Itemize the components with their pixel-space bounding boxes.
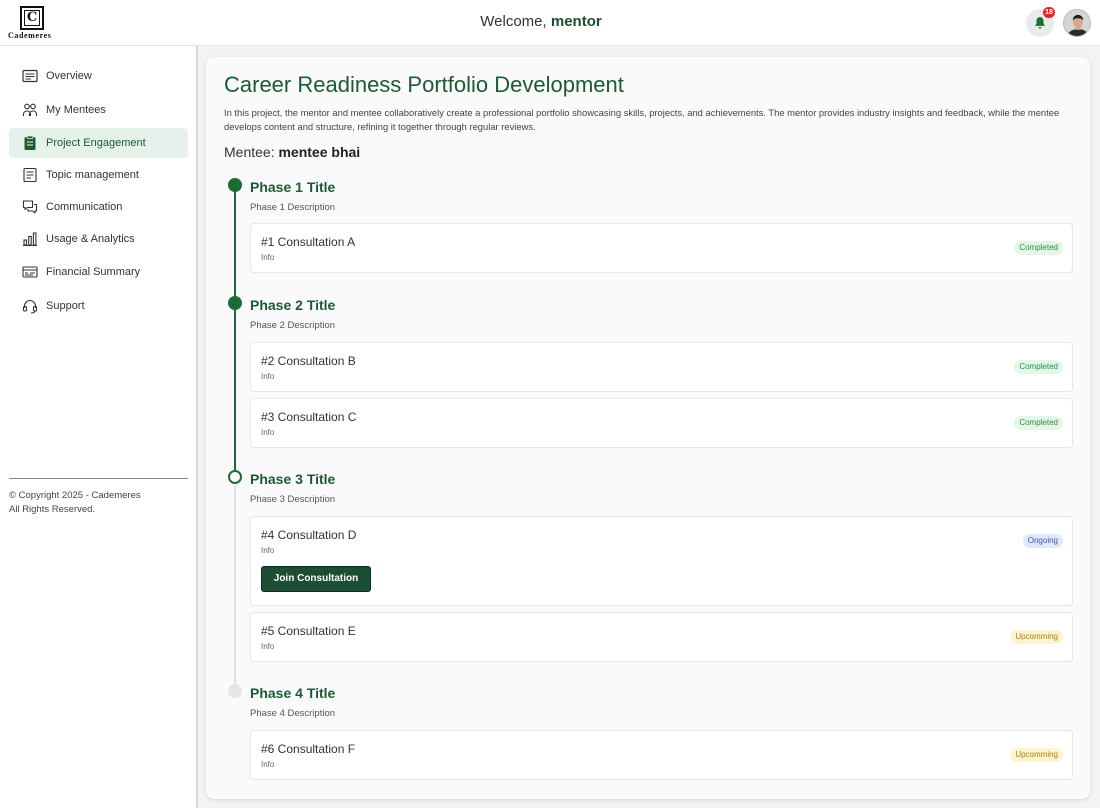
phase-1-marker (228, 178, 242, 192)
overview-icon (22, 68, 38, 84)
welcome-message: Welcome, mentor (0, 13, 1082, 30)
topic-icon (22, 167, 38, 183)
sidebar-item-my-mentees[interactable]: My Mentees (9, 95, 188, 125)
consultation-name: #6 Consultation F (261, 742, 356, 756)
consultation-card[interactable]: #3 Consultation C Info Completed (250, 398, 1073, 448)
phase-3-marker (228, 470, 242, 484)
status-badge: Upcomming (1010, 630, 1063, 644)
mentee-label: Mentee: (224, 144, 275, 160)
main-content: Career Readiness Portfolio Development I… (198, 46, 1100, 808)
timeline-line-pending (234, 485, 236, 691)
project-title: Career Readiness Portfolio Development (224, 72, 624, 97)
phase-title: Phase 1 Title (250, 179, 336, 195)
sidebar-item-usage-analytics[interactable]: Usage & Analytics (9, 224, 188, 254)
sidebar-divider (9, 478, 188, 479)
phase-description: Phase 4 Description (250, 708, 336, 719)
phase-title: Phase 3 Title (250, 471, 336, 487)
consultation-name: #2 Consultation B (261, 354, 356, 368)
status-badge: Ongoing (1022, 534, 1063, 548)
consultation-card[interactable]: #1 Consultation A Info Completed (250, 223, 1073, 273)
consultation-card[interactable]: #6 Consultation F Info Upcomming (250, 730, 1073, 780)
phase-title: Phase 4 Title (250, 685, 336, 701)
rights-line: All Rights Reserved. (9, 504, 96, 515)
timeline-line-completed (234, 185, 236, 477)
headset-icon (22, 298, 38, 314)
status-badge: Upcomming (1010, 748, 1063, 762)
copyright-text: © Copyright 2025 - Cademeres All Rights … (9, 489, 141, 517)
project-icon (22, 135, 38, 151)
copyright-line: © Copyright 2025 - Cademeres (9, 490, 141, 501)
bell-icon (1035, 17, 1045, 29)
consultation-info: Info (261, 253, 275, 262)
welcome-prefix: Welcome, (480, 13, 547, 30)
project-card: Career Readiness Portfolio Development I… (206, 57, 1090, 799)
consultation-card[interactable]: #4 Consultation D Info Ongoing Join Cons… (250, 516, 1073, 606)
sidebar-item-support[interactable]: Support (9, 291, 188, 321)
sidebar-item-financial-summary[interactable]: Financial Summary (9, 257, 188, 287)
status-badge: Completed (1014, 416, 1063, 430)
sidebar-item-label: Support (46, 300, 85, 312)
project-description: In this project, the mentor and mentee c… (224, 107, 1060, 132)
logo-text: Cademeres (8, 31, 52, 40)
phase-title: Phase 2 Title (250, 297, 336, 313)
phase-description: Phase 3 Description (250, 494, 336, 505)
sidebar-item-label: Project Engagement (46, 137, 146, 149)
sidebar-item-label: Financial Summary (46, 266, 141, 278)
top-header: C Cademeres Welcome, mentor 18 (0, 0, 1100, 46)
sidebar-item-overview[interactable]: Overview (9, 61, 188, 91)
consultation-name: #5 Consultation E (261, 624, 356, 638)
mentee-name: mentee bhai (278, 144, 361, 160)
consultation-info: Info (261, 642, 275, 651)
phase-4-marker (228, 684, 242, 698)
phase-2-marker (228, 296, 242, 310)
avatar-image (1064, 10, 1090, 36)
mentee-line: Mentee: mentee bhai (224, 144, 360, 160)
consultation-info: Info (261, 760, 275, 769)
consultation-name: #1 Consultation A (261, 235, 356, 249)
consultation-name: #3 Consultation C (261, 410, 357, 424)
phase-description: Phase 2 Description (250, 320, 336, 331)
consultation-info: Info (261, 372, 275, 381)
sidebar-item-project-engagement[interactable]: Project Engagement (9, 128, 188, 158)
mentees-icon (22, 102, 38, 118)
sidebar-item-communication[interactable]: Communication (9, 192, 188, 222)
status-badge: Completed (1014, 360, 1063, 374)
notification-count-badge: 18 (1043, 7, 1055, 18)
chat-icon (22, 199, 38, 215)
consultation-card[interactable]: #2 Consultation B Info Completed (250, 342, 1073, 392)
sidebar-item-label: Usage & Analytics (46, 233, 135, 245)
sidebar-item-label: Overview (46, 70, 92, 82)
consultation-card[interactable]: #5 Consultation E Info Upcomming (250, 612, 1073, 662)
consultation-info: Info (261, 546, 275, 555)
welcome-user-name: mentor (550, 13, 602, 30)
consultation-name: #4 Consultation D (261, 528, 357, 542)
notification-button[interactable]: 18 (1026, 7, 1055, 37)
finance-icon (22, 264, 38, 280)
sidebar: Overview My Mentees Project Engagement T… (0, 46, 198, 808)
phase-description: Phase 1 Description (250, 202, 336, 213)
user-avatar[interactable] (1063, 9, 1091, 37)
sidebar-item-label: My Mentees (46, 104, 106, 116)
sidebar-item-label: Topic management (46, 169, 139, 181)
join-consultation-button[interactable]: Join Consultation (261, 566, 371, 592)
sidebar-item-topic-management[interactable]: Topic management (9, 160, 188, 190)
sidebar-item-label: Communication (46, 201, 123, 213)
status-badge: Completed (1014, 241, 1063, 255)
consultation-info: Info (261, 428, 275, 437)
analytics-icon (22, 231, 38, 247)
